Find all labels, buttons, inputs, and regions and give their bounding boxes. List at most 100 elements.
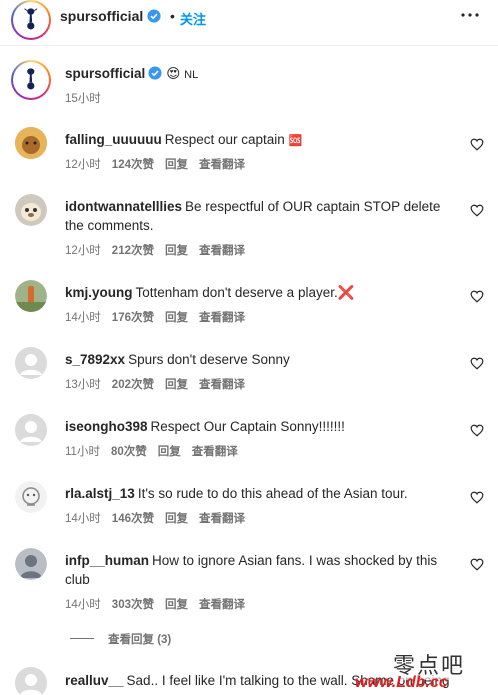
comment-body: It's so rude to do this ahead of the Asi… bbox=[137, 486, 408, 501]
see-translation-button[interactable]: 查看翻译 bbox=[199, 245, 245, 257]
caption-username[interactable]: spursofficial bbox=[65, 66, 145, 81]
like-heart-icon[interactable] bbox=[470, 290, 484, 303]
comment-text: kmj.young Tottenham don't deserve a playe… bbox=[65, 283, 460, 302]
comment-likes[interactable]: 176次赞 bbox=[112, 312, 154, 324]
comment-meta: 14小时 176次赞 回复 查看翻译 bbox=[65, 309, 256, 325]
comment-avatar[interactable] bbox=[15, 481, 47, 513]
see-translation-button[interactable]: 查看翻译 bbox=[199, 599, 245, 611]
avatar-image-icon bbox=[15, 481, 47, 513]
comment-username[interactable]: falling_uuuuuu bbox=[65, 132, 162, 147]
comment-meta: 14小时 146次赞 回复 查看翻译 bbox=[65, 510, 256, 526]
default-user-icon bbox=[15, 414, 47, 446]
comment-avatar[interactable] bbox=[15, 548, 47, 580]
comment-avatar[interactable] bbox=[15, 280, 47, 312]
comment-time: 13小时 bbox=[65, 379, 101, 391]
avatar-image-icon bbox=[15, 548, 47, 580]
comment-text: idontwannatelllies Be respectful of OUR c… bbox=[65, 197, 460, 235]
reply-button[interactable]: 回复 bbox=[165, 245, 188, 257]
comment-time: 12小时 bbox=[65, 159, 101, 171]
see-translation-button[interactable]: 查看翻译 bbox=[199, 312, 245, 324]
more-horizontal-icon[interactable] bbox=[461, 8, 479, 22]
comment-time: 14小时 bbox=[65, 599, 101, 611]
comment-username[interactable]: s_7892xx bbox=[65, 352, 125, 367]
comment-username[interactable]: kmj.young bbox=[65, 285, 133, 300]
comment-likes[interactable]: 80次赞 bbox=[111, 446, 147, 458]
comment-likes[interactable]: 124次赞 bbox=[112, 159, 154, 171]
see-translation-button[interactable]: 查看翻译 bbox=[199, 159, 245, 171]
comment-username[interactable]: realluv__ bbox=[65, 673, 124, 688]
comment-username[interactable]: infp__human bbox=[65, 553, 149, 568]
reply-button[interactable]: 回复 bbox=[165, 312, 188, 324]
comment-likes[interactable]: 303次赞 bbox=[112, 599, 154, 611]
default-user-icon bbox=[15, 667, 47, 695]
caption-avatar[interactable] bbox=[11, 60, 51, 100]
reply-button[interactable]: 回复 bbox=[158, 446, 181, 458]
watermark: 零点吧 www.Ldb.cc bbox=[345, 648, 495, 695]
header-username[interactable]: spursofficial bbox=[60, 8, 161, 24]
comment-time: 14小时 bbox=[65, 513, 101, 525]
reply-button[interactable]: 回复 bbox=[165, 599, 188, 611]
comment-text: falling_uuuuuu Respect our captain 🆘 bbox=[65, 130, 460, 151]
comment-avatar[interactable] bbox=[15, 127, 47, 159]
view-replies-button[interactable]: 查看回复 (3) bbox=[70, 631, 171, 647]
sos-emoji: 🆘 bbox=[288, 135, 303, 147]
post-header: spursofficial • 关注 bbox=[0, 0, 498, 46]
default-user-icon bbox=[15, 347, 47, 379]
comment-likes[interactable]: 212次赞 bbox=[112, 245, 154, 257]
comment-time: 14小时 bbox=[65, 312, 101, 324]
header-separator: • bbox=[170, 8, 175, 24]
like-heart-icon[interactable] bbox=[470, 558, 484, 571]
spurs-logo-icon bbox=[27, 68, 35, 90]
view-replies-label[interactable]: 查看回复 (3) bbox=[108, 634, 171, 646]
comment-text: iseongho398 Respect Our Captain Sonny!!!!… bbox=[65, 417, 460, 436]
comment-likes[interactable]: 202次赞 bbox=[112, 379, 154, 391]
verified-badge-icon bbox=[147, 9, 161, 23]
comment-time: 11小时 bbox=[65, 446, 100, 458]
comment-body: Respect our captain bbox=[164, 132, 285, 147]
like-heart-icon[interactable] bbox=[470, 424, 484, 437]
avatar-image-icon bbox=[15, 280, 47, 312]
comment-avatar[interactable] bbox=[15, 414, 47, 446]
like-heart-icon[interactable] bbox=[470, 204, 484, 217]
cross-mark-emoji: ❌ bbox=[337, 285, 355, 300]
comment-text: s_7892xx Spurs don't deserve Sonny bbox=[65, 350, 460, 369]
spurs-logo-icon bbox=[24, 8, 38, 30]
comment-body: Respect Our Captain Sonny!!!!!!! bbox=[150, 419, 345, 434]
header-username-text[interactable]: spursofficial bbox=[60, 8, 143, 24]
comment-avatar[interactable] bbox=[15, 667, 47, 695]
reply-button[interactable]: 回复 bbox=[165, 513, 188, 525]
reply-button[interactable]: 回复 bbox=[165, 159, 188, 171]
replies-divider-line bbox=[70, 638, 94, 639]
avatar-image-icon bbox=[15, 194, 47, 226]
comment-meta: 13小时 202次赞 回复 查看翻译 bbox=[65, 376, 256, 392]
comment-time: 12小时 bbox=[65, 245, 101, 257]
comment-text: infp__human How to ignore Asian fans. I w… bbox=[65, 551, 460, 589]
avatar-image-icon bbox=[15, 127, 47, 159]
comment-username[interactable]: idontwannatelllies bbox=[65, 199, 182, 214]
comment-meta: 14小时 303次赞 回复 查看翻译 bbox=[65, 596, 256, 612]
caption-meta: 15小时 bbox=[65, 90, 112, 106]
comment-meta: 12小时 212次赞 回复 查看翻译 bbox=[65, 242, 256, 258]
verified-badge-icon bbox=[148, 66, 162, 80]
caption-text: spursofficial 😍 NL bbox=[65, 64, 460, 85]
comment-username[interactable]: iseongho398 bbox=[65, 419, 148, 434]
comment-likes[interactable]: 146次赞 bbox=[112, 513, 154, 525]
comment-username[interactable]: rla.alstj_13 bbox=[65, 486, 135, 501]
account-avatar[interactable] bbox=[11, 0, 51, 40]
comment-body: Tottenham don't deserve a player. bbox=[135, 285, 338, 300]
like-heart-icon[interactable] bbox=[470, 138, 484, 151]
like-heart-icon[interactable] bbox=[470, 491, 484, 504]
follow-button[interactable]: 关注 bbox=[180, 9, 206, 28]
see-translation-button[interactable]: 查看翻译 bbox=[199, 513, 245, 525]
caption-time: 15小时 bbox=[65, 93, 101, 105]
comment-avatar[interactable] bbox=[15, 347, 47, 379]
heart-eyes-emoji: 😍 bbox=[166, 66, 181, 81]
like-heart-icon[interactable] bbox=[470, 357, 484, 370]
reply-button[interactable]: 回复 bbox=[165, 379, 188, 391]
see-translation-button[interactable]: 查看翻译 bbox=[199, 379, 245, 391]
comment-meta: 12小时 124次赞 回复 查看翻译 bbox=[65, 156, 256, 172]
caption-flag-text: NL bbox=[184, 69, 199, 81]
comment-meta: 11小时 80次赞 回复 查看翻译 bbox=[65, 443, 249, 459]
comment-avatar[interactable] bbox=[15, 194, 47, 226]
see-translation-button[interactable]: 查看翻译 bbox=[192, 446, 238, 458]
